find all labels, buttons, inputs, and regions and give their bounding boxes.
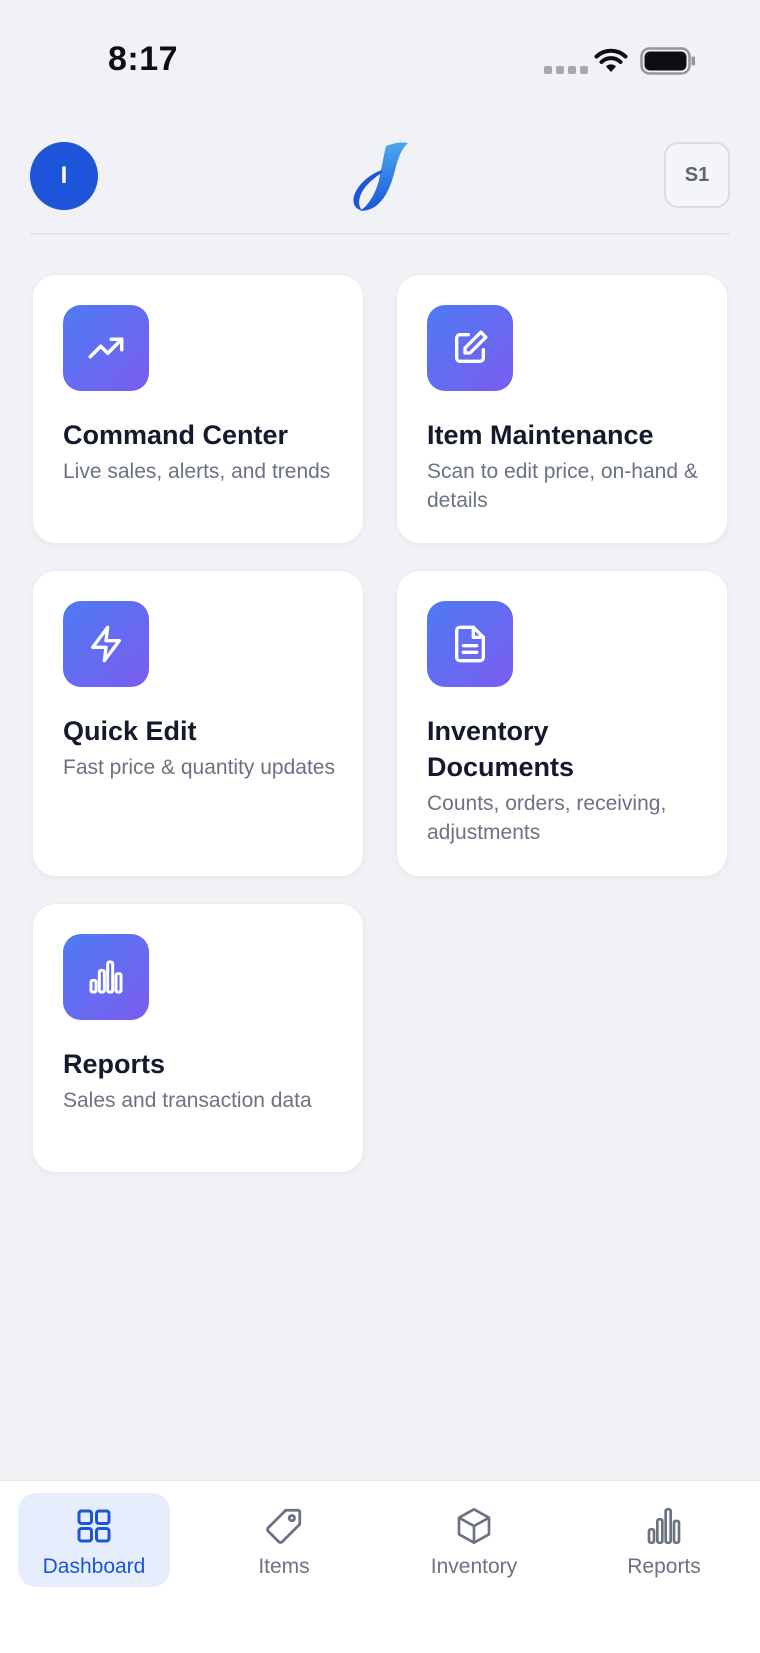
document-icon: [427, 601, 513, 687]
status-time: 8:17: [108, 40, 179, 78]
nav-label: Inventory: [430, 1555, 518, 1578]
lightning-icon: [63, 601, 149, 687]
card-description: Counts, orders, receiving, adjustments: [427, 792, 667, 844]
tag-icon: [263, 1505, 305, 1547]
app-header: I S1: [30, 140, 730, 236]
card-description: Live sales, alerts, and trends: [63, 460, 331, 483]
edit-icon: [427, 305, 513, 391]
card-description: Sales and transaction data: [63, 1089, 312, 1112]
card-description: Scan to edit price, on-hand & details: [427, 460, 698, 512]
command-center-card[interactable]: Command Center Live sales, alerts, and t…: [32, 274, 364, 544]
reports-card[interactable]: Reports Sales and transaction data: [32, 903, 364, 1173]
card-title: Quick Edit: [63, 716, 197, 746]
card-title: Command Center: [63, 420, 289, 450]
trending-up-icon: [63, 305, 149, 391]
card-title: Inventory Documents: [427, 716, 575, 782]
user-avatar[interactable]: I: [30, 142, 98, 210]
bar-chart-icon: [63, 934, 149, 1020]
store-selector[interactable]: S1: [664, 142, 730, 208]
quick-edit-card[interactable]: Quick Edit Fast price & quantity updates: [32, 570, 364, 877]
nav-item-reports[interactable]: Reports: [588, 1493, 740, 1587]
card-title: Item Maintenance: [427, 420, 654, 450]
nav-label: Dashboard: [42, 1555, 146, 1578]
nav-item-items[interactable]: Items: [208, 1493, 360, 1587]
nav-item-dashboard[interactable]: Dashboard: [18, 1493, 170, 1587]
cellular-signal-icon: [544, 66, 588, 74]
item-maintenance-card[interactable]: Item Maintenance Scan to edit price, on-…: [396, 274, 728, 544]
grid-icon: [74, 1505, 114, 1547]
wifi-icon: [594, 48, 628, 72]
bottom-nav: Dashboard Items Inventory Reports: [0, 1480, 760, 1653]
battery-icon: [640, 47, 695, 75]
header-divider: [30, 233, 730, 235]
nav-label: Items: [258, 1555, 310, 1578]
nav-item-inventory[interactable]: Inventory: [398, 1493, 550, 1587]
card-description: Fast price & quantity updates: [63, 756, 335, 779]
inventory-documents-card[interactable]: Inventory Documents Counts, orders, rece…: [396, 570, 728, 877]
bar-chart-icon: [644, 1505, 684, 1547]
app-logo: [353, 142, 408, 211]
status-bar: 8:17: [0, 0, 760, 110]
card-title: Reports: [63, 1049, 166, 1079]
nav-label: Reports: [627, 1555, 701, 1578]
box-icon: [454, 1505, 494, 1547]
